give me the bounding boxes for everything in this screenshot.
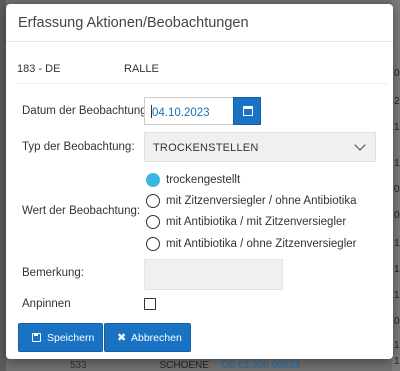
observation-type-select[interactable]: TROCKENSTELLEN [144, 132, 376, 162]
close-icon: ✖ [117, 332, 127, 344]
background-cell: 1 [394, 290, 400, 301]
radio-button[interactable] [146, 237, 160, 251]
background-table-row: 533 SCHOENE DE 01 200 00533 [70, 360, 300, 371]
calendar-icon [243, 106, 253, 116]
type-label: Typ der Beobachtung: [22, 141, 135, 153]
date-value: 04.10.2023 [152, 107, 210, 119]
observation-dialog: Erfassung Aktionen/Beobachtungen 183 - D… [6, 4, 393, 359]
save-button[interactable]: Speichern [18, 323, 103, 352]
radio-option-trockengestellt[interactable]: trockengestellt [146, 172, 386, 192]
background-cell: 1 [394, 264, 400, 275]
radio-label: mit Zitzenversiegler / ohne Antibiotika [166, 195, 357, 207]
radio-button[interactable] [146, 194, 160, 208]
radio-option-zitzenversiegler-ohne-antibiotika[interactable]: mit Zitzenversiegler / ohne Antibiotika [146, 193, 386, 213]
value-label: Wert der Beobachtung: [22, 205, 141, 217]
background-cell: SCHOENE [159, 360, 209, 371]
pin-label: Anpinnen [22, 298, 71, 310]
cancel-button-label: Abbrechen [131, 332, 182, 344]
date-input[interactable]: 04.10.2023 [144, 97, 233, 125]
remark-input[interactable] [144, 259, 283, 290]
date-label: Datum der Beobachtung: [22, 105, 150, 117]
radio-label: trockengestellt [166, 174, 241, 186]
background-cell: 0 [394, 316, 400, 327]
animal-name: RALLE [124, 63, 159, 75]
chevron-down-icon [354, 139, 366, 151]
observation-type-value: TROCKENSTELLEN [153, 142, 259, 154]
radio-button[interactable] [146, 215, 160, 229]
pin-checkbox[interactable] [144, 298, 156, 310]
background-cell: 0 [394, 210, 400, 221]
background-cell: 1 [394, 340, 400, 351]
background-cell: 2 [394, 96, 400, 107]
floppy-disk-icon [32, 333, 41, 342]
background-cell: 533 [70, 360, 87, 371]
radio-label: mit Antibiotika / ohne Zitzenversiegler [166, 238, 357, 250]
remark-label: Bemerkung: [22, 267, 85, 279]
background-cell: 1 [394, 122, 400, 133]
background-cell: 1 [394, 356, 400, 367]
animal-id: 183 - DE [17, 63, 61, 75]
radio-option-antibiotika-ohne-zitzenversiegler[interactable]: mit Antibiotika / ohne Zitzenversiegler [146, 236, 386, 256]
animal-info: 183 - DE RALLE [17, 56, 387, 84]
background-cell: 0 [394, 184, 400, 195]
dialog-title: Erfassung Aktionen/Beobachtungen [18, 15, 249, 31]
radio-button-selected[interactable] [146, 173, 160, 187]
radio-option-antibiotika-mit-zitzenversiegler[interactable]: mit Antibiotika / mit Zitzenversiegler [146, 214, 386, 234]
background-cell: 1 [394, 158, 400, 169]
dialog-header: Erfassung Aktionen/Beobachtungen [6, 4, 393, 42]
radio-label: mit Antibiotika / mit Zitzenversiegler [166, 216, 347, 228]
background-link: DE 01 200 00533 [221, 360, 300, 371]
cancel-button[interactable]: ✖ Abbrechen [104, 323, 191, 352]
background-cell: 0 [394, 68, 400, 79]
save-button-label: Speichern [47, 332, 95, 344]
background-cell: 1 [394, 238, 400, 249]
date-picker-button[interactable] [233, 97, 261, 125]
